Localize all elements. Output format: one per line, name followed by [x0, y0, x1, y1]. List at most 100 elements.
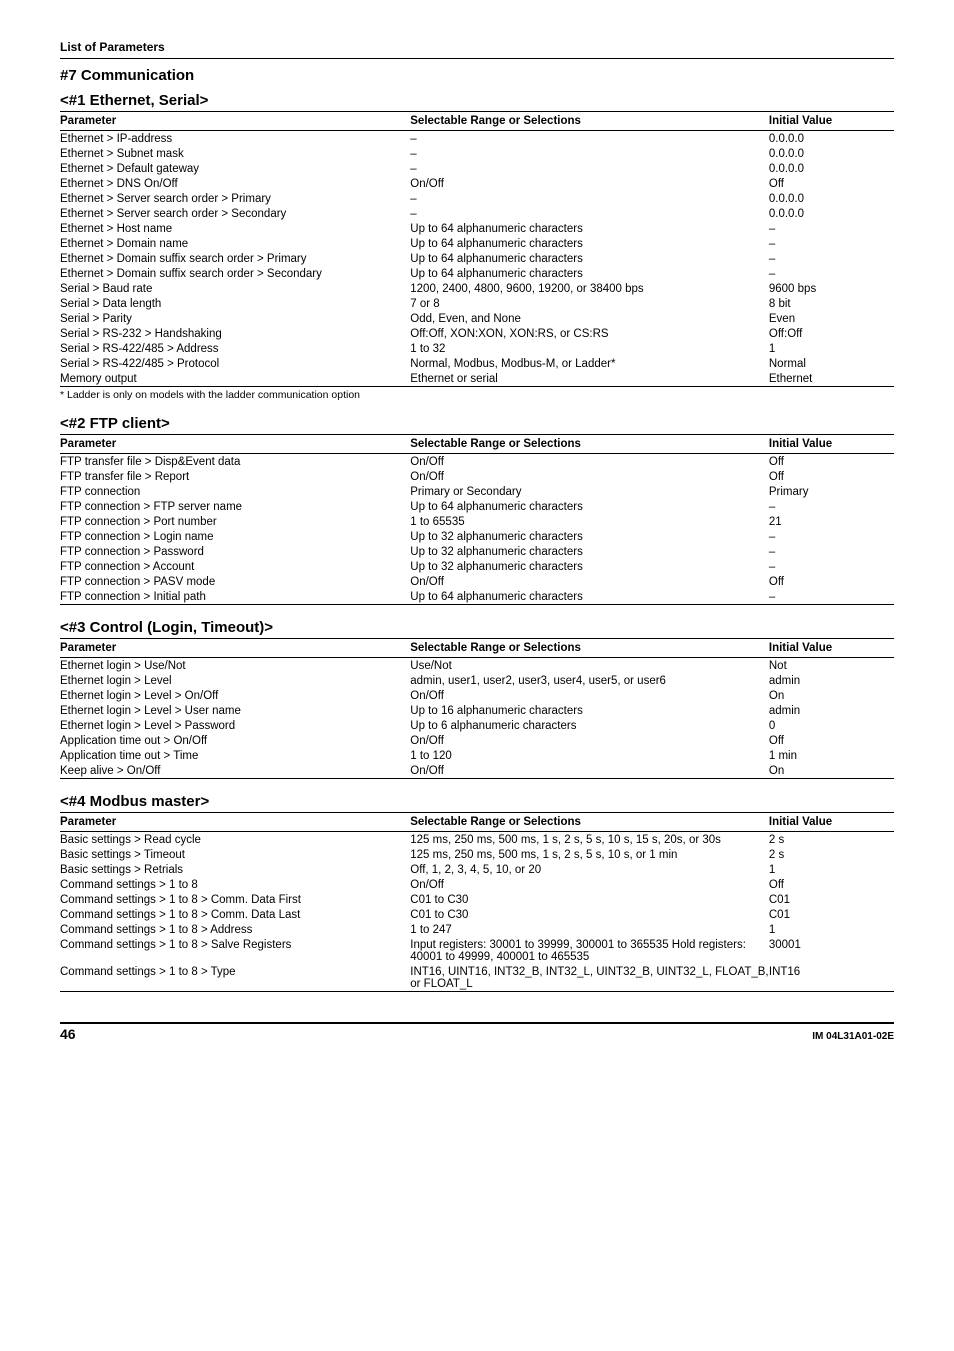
cell-initial: 8 bit	[769, 296, 894, 311]
table-row: FTP connection > PasswordUp to 32 alphan…	[60, 544, 894, 559]
doc-id: IM 04L31A01-02E	[812, 1031, 894, 1042]
cell-range: Up to 64 alphanumeric characters	[410, 266, 769, 281]
cell-param: Application time out > On/Off	[60, 733, 410, 748]
table-row: Command settings > 1 to 8 > Comm. Data F…	[60, 892, 894, 907]
cell-param: Ethernet > DNS On/Off	[60, 176, 410, 191]
cell-param: Ethernet login > Level > User name	[60, 703, 410, 718]
cell-param: Ethernet login > Level	[60, 673, 410, 688]
table-row: Basic settings > Read cycle125 ms, 250 m…	[60, 832, 894, 848]
cell-range: Up to 16 alphanumeric characters	[410, 703, 769, 718]
cell-range: On/Off	[410, 688, 769, 703]
table-row: Serial > Data length7 or 88 bit	[60, 296, 894, 311]
table-row: Ethernet > Subnet mask–0.0.0.0	[60, 146, 894, 161]
cell-param: Ethernet login > Level > On/Off	[60, 688, 410, 703]
cell-initial: –	[769, 251, 894, 266]
cell-initial: Ethernet	[769, 371, 894, 387]
cell-range: On/Off	[410, 454, 769, 470]
table-row: Ethernet > Host nameUp to 64 alphanumeri…	[60, 221, 894, 236]
cell-range: 125 ms, 250 ms, 500 ms, 1 s, 2 s, 5 s, 1…	[410, 847, 769, 862]
sub2-tbody: FTP transfer file > Disp&Event dataOn/Of…	[60, 454, 894, 605]
sub2-title: <#2 FTP client>	[60, 415, 894, 432]
cell-initial: C01	[769, 892, 894, 907]
table-row: Serial > ParityOdd, Even, and NoneEven	[60, 311, 894, 326]
cell-range: Up to 64 alphanumeric characters	[410, 221, 769, 236]
cell-range: Up to 64 alphanumeric characters	[410, 251, 769, 266]
th-param: Parameter	[60, 435, 410, 454]
cell-param: FTP connection > PASV mode	[60, 574, 410, 589]
table-row: Command settings > 1 to 8 > TypeINT16, U…	[60, 964, 894, 992]
cell-initial: Off	[769, 574, 894, 589]
table-row: Ethernet > Default gateway–0.0.0.0	[60, 161, 894, 176]
cell-range: 125 ms, 250 ms, 500 ms, 1 s, 2 s, 5 s, 1…	[410, 832, 769, 848]
table-row: Basic settings > RetrialsOff, 1, 2, 3, 4…	[60, 862, 894, 877]
table-row: Application time out > On/OffOn/OffOff	[60, 733, 894, 748]
cell-initial: Off	[769, 877, 894, 892]
page-footer: 46 IM 04L31A01-02E	[60, 1022, 894, 1042]
cell-initial: Off:Off	[769, 326, 894, 341]
table-row: Command settings > 1 to 8 > Salve Regist…	[60, 937, 894, 964]
table-row: Command settings > 1 to 8 > Address1 to …	[60, 922, 894, 937]
table-row: Command settings > 1 to 8 > Comm. Data L…	[60, 907, 894, 922]
cell-param: Keep alive > On/Off	[60, 763, 410, 779]
cell-range: 1 to 120	[410, 748, 769, 763]
cell-param: FTP transfer file > Report	[60, 469, 410, 484]
cell-range: Off, 1, 2, 3, 4, 5, 10, or 20	[410, 862, 769, 877]
cell-initial: 30001	[769, 937, 894, 964]
cell-param: Command settings > 1 to 8 > Salve Regist…	[60, 937, 410, 964]
cell-param: FTP connection > Initial path	[60, 589, 410, 605]
cell-range: Ethernet or serial	[410, 371, 769, 387]
cell-initial: –	[769, 266, 894, 281]
cell-initial: admin	[769, 673, 894, 688]
table-row: FTP connection > FTP server nameUp to 64…	[60, 499, 894, 514]
cell-initial: 2 s	[769, 832, 894, 848]
sub3-table: Parameter Selectable Range or Selections…	[60, 638, 894, 779]
cell-param: FTP connection > Login name	[60, 529, 410, 544]
cell-initial: 1	[769, 862, 894, 877]
cell-param: Ethernet login > Use/Not	[60, 658, 410, 674]
cell-initial: 1 min	[769, 748, 894, 763]
cell-range: Off:Off, XON:XON, XON:RS, or CS:RS	[410, 326, 769, 341]
cell-initial: 0.0.0.0	[769, 146, 894, 161]
table-row: Ethernet login > Use/NotUse/NotNot	[60, 658, 894, 674]
cell-range: Up to 6 alphanumeric characters	[410, 718, 769, 733]
table-row: Ethernet login > Level > On/OffOn/OffOn	[60, 688, 894, 703]
cell-initial: 0.0.0.0	[769, 191, 894, 206]
cell-range: 1 to 247	[410, 922, 769, 937]
cell-param: Ethernet > Host name	[60, 221, 410, 236]
cell-param: Serial > RS-422/485 > Protocol	[60, 356, 410, 371]
cell-initial: Off	[769, 176, 894, 191]
table-row: Keep alive > On/OffOn/OffOn	[60, 763, 894, 779]
cell-param: Serial > RS-232 > Handshaking	[60, 326, 410, 341]
th-param: Parameter	[60, 813, 410, 832]
cell-param: Basic settings > Read cycle	[60, 832, 410, 848]
table-row: Ethernet > Domain suffix search order > …	[60, 251, 894, 266]
cell-param: Basic settings > Timeout	[60, 847, 410, 862]
cell-param: Command settings > 1 to 8 > Comm. Data L…	[60, 907, 410, 922]
cell-range: INT16, UINT16, INT32_B, INT32_L, UINT32_…	[410, 964, 769, 992]
table-row: Memory outputEthernet or serialEthernet	[60, 371, 894, 387]
table-row: Serial > RS-422/485 > ProtocolNormal, Mo…	[60, 356, 894, 371]
cell-initial: Off	[769, 454, 894, 470]
cell-range: –	[410, 206, 769, 221]
sub1-tbody: Ethernet > IP-address–0.0.0.0Ethernet > …	[60, 131, 894, 387]
cell-range: 1 to 65535	[410, 514, 769, 529]
cell-param: Ethernet > Server search order > Primary	[60, 191, 410, 206]
cell-param: FTP connection > Account	[60, 559, 410, 574]
cell-initial: admin	[769, 703, 894, 718]
table-row: Ethernet login > Level > PasswordUp to 6…	[60, 718, 894, 733]
cell-initial: On	[769, 763, 894, 779]
cell-range: admin, user1, user2, user3, user4, user5…	[410, 673, 769, 688]
table-row: FTP connectionPrimary or SecondaryPrimar…	[60, 484, 894, 499]
cell-range: 1200, 2400, 4800, 9600, 19200, or 38400 …	[410, 281, 769, 296]
table-row: FTP transfer file > Disp&Event dataOn/Of…	[60, 454, 894, 470]
cell-initial: –	[769, 499, 894, 514]
cell-initial: 1	[769, 341, 894, 356]
cell-initial: –	[769, 544, 894, 559]
cell-param: Basic settings > Retrials	[60, 862, 410, 877]
cell-range: Odd, Even, and None	[410, 311, 769, 326]
th-range: Selectable Range or Selections	[410, 813, 769, 832]
cell-range: 1 to 32	[410, 341, 769, 356]
cell-range: Up to 64 alphanumeric characters	[410, 499, 769, 514]
th-initial: Initial Value	[769, 639, 894, 658]
cell-initial: On	[769, 688, 894, 703]
